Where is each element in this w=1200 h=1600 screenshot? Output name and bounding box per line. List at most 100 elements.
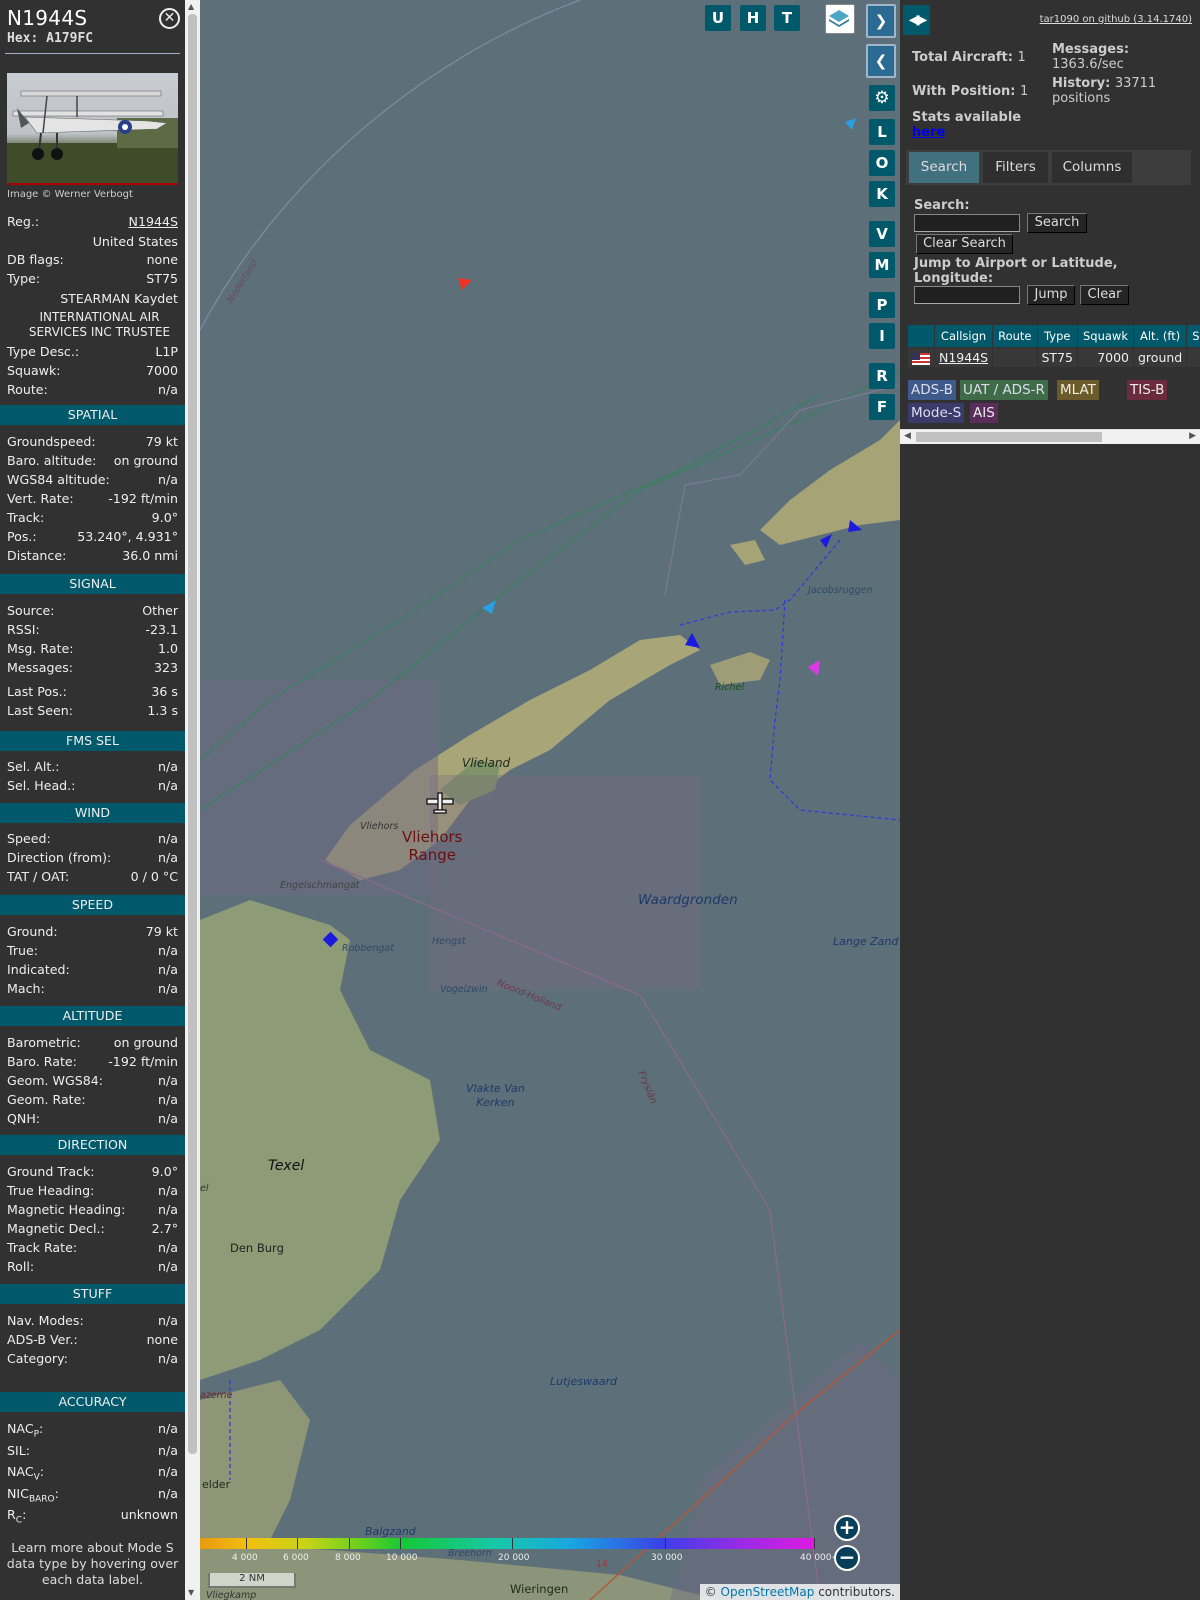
tab-filters[interactable]: Filters [983, 152, 1048, 183]
map-button-k[interactable]: K [869, 181, 895, 207]
field-label[interactable]: NACV: [7, 1464, 44, 1483]
jump-label: Jump to Airport or Latitude, Longitude: [914, 256, 1118, 286]
scroll-down-arrow-icon[interactable]: ▼ [188, 1588, 194, 1597]
map-button-l[interactable]: L [869, 119, 895, 145]
jump-button[interactable]: Jump [1027, 285, 1075, 305]
collapse-panel-button[interactable]: ❮ [866, 44, 896, 78]
map-button-i[interactable]: I [869, 323, 895, 349]
column-header[interactable]: Alt. (ft) [1134, 325, 1187, 347]
map-label-balgzand: Balgzand [365, 1525, 416, 1538]
scroll-thumb[interactable] [916, 432, 1102, 442]
field-label[interactable]: Messages: [7, 660, 73, 678]
reg-link[interactable]: N1944S [129, 214, 178, 232]
legend-uat-ads-r: UAT / ADS-R [960, 380, 1048, 400]
search-button[interactable]: Search [1027, 213, 1087, 233]
tab-columns[interactable]: Columns [1052, 152, 1132, 183]
map-button-o[interactable]: O [869, 150, 895, 176]
map-button-h[interactable]: H [740, 5, 766, 31]
table-horizontal-scrollbar[interactable]: ◀ ▶ [900, 429, 1200, 444]
map-label-jacobsruggen: Jacobsruggen [808, 585, 873, 596]
field-label[interactable]: Track Rate: [7, 1240, 77, 1258]
scroll-left-arrow-icon[interactable]: ◀ [904, 431, 911, 441]
field-label[interactable]: QNH: [7, 1111, 40, 1129]
osm-link[interactable]: OpenStreetMap [721, 1585, 815, 1599]
settings-button[interactable]: ⚙ [869, 85, 895, 111]
field-label[interactable]: SIL: [7, 1443, 30, 1461]
field-label[interactable]: RC: [7, 1507, 26, 1526]
search-input[interactable] [914, 214, 1020, 232]
field-label[interactable]: NICBARO: [7, 1486, 59, 1505]
field-label[interactable]: WGS84 altitude: [7, 472, 110, 490]
aircraft-photo[interactable] [7, 73, 178, 185]
map-button-u[interactable]: U [705, 5, 731, 31]
field-label[interactable]: Pos.: [7, 529, 37, 547]
cell-callsign[interactable]: N1944S [935, 348, 993, 367]
column-header[interactable]: Callsign [935, 325, 993, 347]
field-label[interactable]: Nav. Modes: [7, 1313, 84, 1331]
zoom-in-button[interactable]: + [834, 1515, 860, 1541]
field-label[interactable]: Last Pos.: [7, 684, 67, 702]
column-header[interactable] [908, 325, 934, 347]
map-label-engelschmangat: Engelschmangat [280, 880, 360, 891]
field-label[interactable]: Speed: [7, 831, 51, 849]
table-row[interactable]: N1944S ST75 7000 ground [908, 348, 1200, 367]
field-label[interactable]: NACP: [7, 1421, 43, 1440]
close-icon[interactable]: ✕ [159, 8, 180, 29]
field-label[interactable]: Geom. Rate: [7, 1092, 86, 1110]
github-link[interactable]: tar1090 on github (3.14.1740) [1040, 14, 1192, 25]
field-label[interactable]: Baro. altitude: [7, 453, 96, 471]
column-header[interactable]: Squawk [1077, 325, 1133, 347]
field-label[interactable]: Groundspeed: [7, 434, 96, 452]
layers-button[interactable] [825, 4, 855, 34]
field-label[interactable]: Distance: [7, 548, 66, 566]
field-label[interactable]: Sel. Head.: [7, 778, 75, 796]
field-label[interactable]: Magnetic Heading: [7, 1202, 125, 1220]
section-header-altitude: ALTITUDE [0, 1006, 185, 1026]
field-label[interactable]: Roll: [7, 1259, 34, 1277]
field-label[interactable]: Barometric: [7, 1035, 81, 1053]
field-label[interactable]: Indicated: [7, 962, 70, 980]
map-button-t[interactable]: T [774, 5, 800, 31]
map-button-v[interactable]: V [869, 221, 895, 247]
field-label[interactable]: TAT / OAT: [7, 869, 69, 887]
field-label[interactable]: Sel. Alt.: [7, 759, 60, 777]
field-label[interactable]: ADS-B Ver.: [7, 1332, 78, 1350]
clear-search-button[interactable]: Clear Search [916, 234, 1013, 254]
field-label[interactable]: Msg. Rate: [7, 641, 74, 659]
field-label[interactable]: Category: [7, 1351, 68, 1369]
tab-search[interactable]: Search [909, 152, 979, 183]
field-label[interactable]: Baro. Rate: [7, 1054, 77, 1072]
field-label[interactable]: True Heading: [7, 1183, 94, 1201]
map-button-r[interactable]: R [869, 363, 895, 389]
stats-link[interactable]: here [912, 125, 945, 140]
field-label[interactable]: Last Seen: [7, 703, 73, 721]
field-label[interactable]: Track: [7, 510, 44, 528]
sidebar-toggle-button[interactable]: ◀▶ [903, 5, 930, 35]
map-button-p[interactable]: P [869, 292, 895, 318]
map-button-f[interactable]: F [869, 394, 895, 420]
column-header[interactable]: Spd. [1187, 325, 1200, 347]
scroll-up-arrow-icon[interactable]: ▲ [188, 2, 194, 11]
map-button-m[interactable]: M [869, 252, 895, 278]
clear-button[interactable]: Clear [1080, 285, 1129, 305]
field-label[interactable]: RSSI: [7, 622, 40, 640]
map-view[interactable]: Vlieland Vliehors Range Vliehors Waardgr… [200, 0, 900, 1600]
field-label[interactable]: Ground Track: [7, 1164, 95, 1182]
column-header[interactable]: Route [993, 325, 1037, 347]
field-label[interactable]: Magnetic Decl.: [7, 1221, 105, 1239]
field-label[interactable]: Direction (from): [7, 850, 111, 868]
field-label[interactable]: Mach: [7, 981, 45, 999]
left-panel-scrollbar[interactable]: ▲ ▼ [185, 0, 200, 1600]
scroll-right-arrow-icon[interactable]: ▶ [1189, 431, 1196, 441]
jump-input[interactable] [914, 286, 1020, 304]
expand-panel-button[interactable]: ❯ [866, 4, 896, 38]
field-label[interactable]: Geom. WGS84: [7, 1073, 103, 1091]
column-header[interactable]: Type [1037, 325, 1077, 347]
field-label[interactable]: Source: [7, 603, 55, 621]
zoom-out-button[interactable]: − [834, 1545, 860, 1571]
field-label[interactable]: Vert. Rate: [7, 491, 74, 509]
field-label[interactable]: Ground: [7, 924, 58, 942]
altitude-tick-mark [512, 1538, 513, 1549]
field-label[interactable]: True: [7, 943, 38, 961]
scroll-thumb[interactable] [188, 14, 197, 1454]
